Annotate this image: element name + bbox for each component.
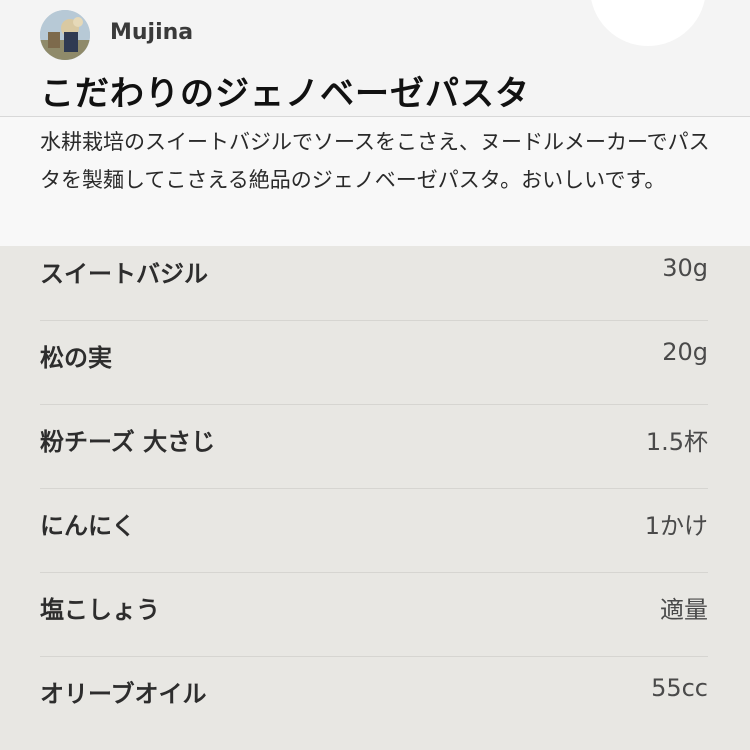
ingredient-quantity: 20g: [662, 338, 708, 366]
ingredient-row: 松の実 20g: [40, 321, 708, 405]
ingredient-name: スイートバジル: [40, 260, 208, 288]
recipe-description: 水耕栽培のスイートバジルでソースをこさえ、ヌードルメーカーでパスタを製麺してこさ…: [40, 130, 710, 192]
recipe-header: Mujina こだわりのジェノベーゼパスタ: [0, 0, 750, 116]
ingredient-row: 塩こしょう 適量: [40, 573, 708, 657]
author-avatar[interactable]: [40, 10, 90, 60]
ingredient-name: 塩こしょう: [40, 596, 160, 624]
ingredient-quantity: 30g: [662, 254, 708, 282]
ingredient-quantity: 1.5杯: [645, 428, 708, 456]
description-section: 水耕栽培のスイートバジルでソースをこさえ、ヌードルメーカーでパスタを製麺してこさ…: [0, 116, 750, 246]
ingredient-name: オリーブオイル: [40, 680, 207, 708]
ingredient-row: 粉チーズ 大さじ 1.5杯: [40, 405, 708, 489]
recipe-title: こだわりのジェノベーゼパスタ: [40, 74, 530, 114]
avatar-image: [40, 10, 90, 60]
ingredient-row: にんにく 1かけ: [40, 489, 708, 573]
ingredient-row: スイートバジル 30g: [40, 237, 708, 321]
ingredient-list: スイートバジル 30g 松の実 20g 粉チーズ 大さじ 1.5杯 にんにく 1…: [0, 246, 750, 750]
ingredient-row: オリーブオイル 55cc: [40, 657, 708, 741]
ingredient-name: 松の実: [40, 344, 112, 372]
ingredient-quantity: 1かけ: [644, 512, 708, 540]
ingredient-quantity: 適量: [660, 596, 708, 624]
ingredient-quantity: 55cc: [651, 674, 708, 702]
ingredient-name: 粉チーズ 大さじ: [40, 428, 216, 456]
floating-action-circle[interactable]: [590, 0, 706, 46]
ingredient-name: にんにく: [40, 512, 136, 540]
author-name[interactable]: Mujina: [110, 20, 193, 45]
